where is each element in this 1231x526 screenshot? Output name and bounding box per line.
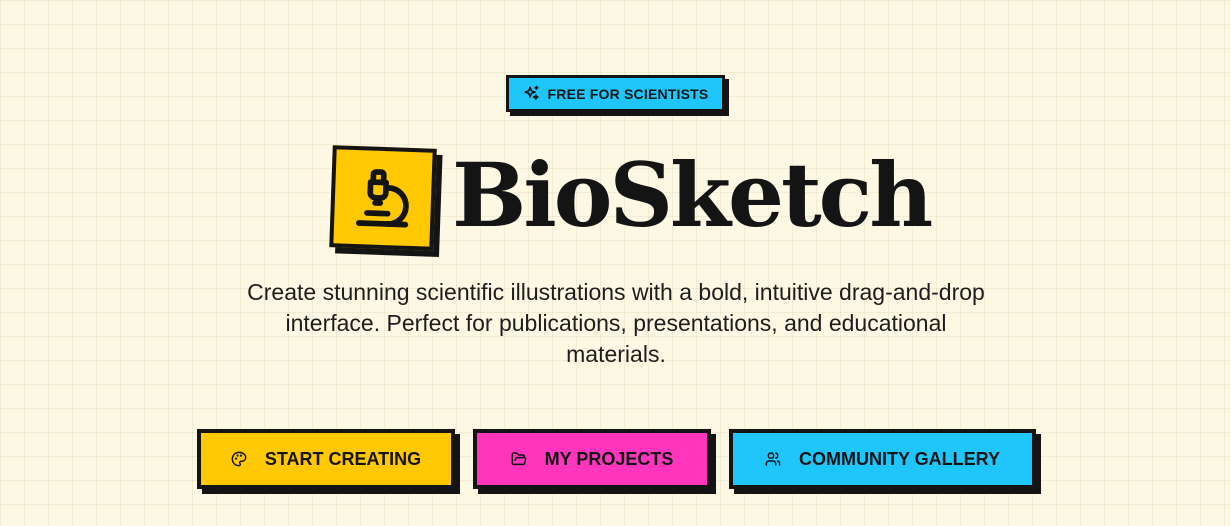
start-creating-button[interactable]: START CREATING — [197, 429, 455, 489]
community-gallery-button[interactable]: COMMUNITY GALLERY — [729, 429, 1036, 489]
folder-icon — [511, 451, 527, 467]
start-creating-label: START CREATING — [264, 448, 422, 469]
free-for-scientists-badge: FREE FOR SCIENTISTS — [506, 75, 725, 112]
microscope-icon — [351, 166, 415, 230]
app-logo — [329, 145, 437, 251]
my-projects-label: MY PROJECTS — [544, 448, 674, 469]
sparkles-icon — [523, 85, 540, 102]
badge-label: FREE FOR SCIENTISTS — [547, 85, 709, 102]
app-title: BioSketch — [452, 143, 933, 247]
hero-description: Create stunning scientific illustrations… — [247, 279, 985, 367]
my-projects-button[interactable]: MY PROJECTS — [473, 429, 711, 489]
palette-icon — [231, 451, 247, 467]
users-icon — [765, 451, 781, 467]
community-gallery-label: COMMUNITY GALLERY — [799, 448, 1000, 469]
